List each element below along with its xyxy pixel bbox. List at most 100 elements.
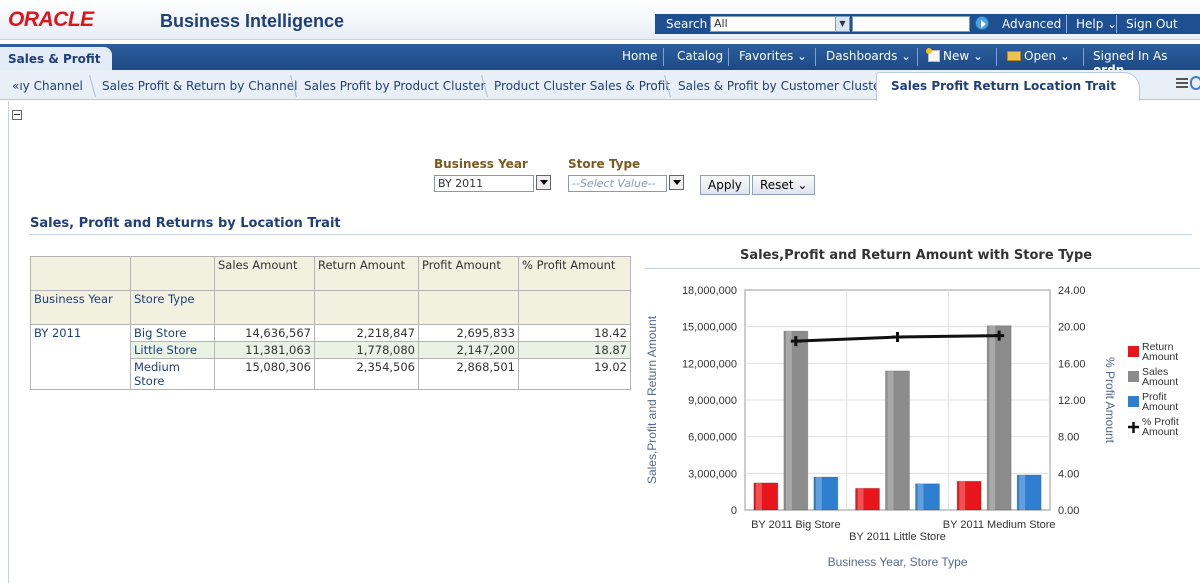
legend-swatch	[1128, 346, 1139, 357]
divider	[917, 48, 918, 66]
signed-in-label: Signed In As	[1093, 49, 1168, 63]
sales-cell: 14,636,567	[214, 324, 315, 342]
tab-product-cluster-sales-profit[interactable]: Product Cluster Sales & Profit	[494, 76, 670, 96]
table-corner	[130, 256, 215, 291]
row-header-business-year: Business Year	[30, 290, 131, 325]
bar-highlight	[1019, 474, 1026, 510]
divider	[1083, 48, 1084, 66]
favorites-menu[interactable]: Favorites ⌄	[739, 49, 807, 63]
collapse-section-icon[interactable]	[12, 110, 22, 120]
y2-axis-title: % Profit Amount	[1103, 357, 1117, 444]
store-type-dropdown-button[interactable]	[669, 175, 684, 190]
empty-cell	[418, 290, 519, 325]
y2-tick-label: 16.00	[1058, 358, 1086, 370]
new-menu-label: New ⌄	[943, 49, 984, 63]
table-corner	[30, 256, 131, 291]
y-tick-label: 9,000,000	[688, 395, 737, 407]
business-year-dropdown-button[interactable]	[536, 175, 551, 190]
y2-tick-label: 0.00	[1058, 505, 1079, 517]
legend-swatch	[1128, 396, 1139, 407]
legend-swatch	[1128, 422, 1139, 433]
col-header: Profit Amount	[418, 256, 519, 291]
oracle-logo: ORACLE	[8, 8, 94, 31]
x-tick-label: BY 2011 Medium Store	[943, 519, 1056, 531]
tab-sales-profit-return-location-trait[interactable]: Sales Profit Return Location Trait	[876, 72, 1140, 101]
empty-cell	[518, 290, 631, 325]
legend-label: Amount	[1142, 351, 1178, 363]
new-menu[interactable]: New ⌄	[926, 48, 984, 63]
dashboard-title: Sales & Profit	[0, 47, 112, 70]
sales-cell: 11,381,063	[214, 341, 315, 359]
col-header: Sales Amount	[214, 256, 315, 291]
tab-list-icon[interactable]	[1176, 78, 1188, 88]
store-cell[interactable]: Big Store	[130, 324, 215, 342]
chart-title: Sales,Profit and Return Amount with Stor…	[740, 248, 1093, 263]
help-menu[interactable]: Help ⌄	[1076, 17, 1117, 31]
col-header: Return Amount	[314, 256, 419, 291]
store-cell[interactable]: Medium Store	[130, 358, 215, 390]
sales-cell: 15,080,306	[214, 358, 315, 390]
empty-cell	[214, 290, 315, 325]
tab-sales-profit-by-product-cluster[interactable]: Sales Profit by Product Cluster	[304, 76, 485, 96]
store-type-select[interactable]: --Select Value--	[568, 175, 667, 192]
bar-highlight	[785, 331, 792, 510]
pct-cell: 19.02	[518, 358, 631, 390]
home-link[interactable]: Home	[622, 49, 657, 63]
pct-cell: 18.87	[518, 341, 631, 359]
search-input[interactable]	[852, 16, 970, 32]
product-title: Business Intelligence	[160, 11, 345, 31]
divider	[1066, 15, 1067, 33]
col-header: % Profit Amount	[518, 256, 631, 291]
table-row-header-row: Business Year Store Type	[30, 290, 631, 325]
business-year-select[interactable]: BY 2011	[434, 175, 534, 192]
search-scope-select[interactable]: All ▼	[710, 16, 850, 32]
bar-highlight	[989, 325, 996, 510]
profit-cell: 2,147,200	[418, 341, 519, 359]
new-document-icon	[926, 48, 940, 62]
combo-chart[interactable]: 0 0.00 3,000,000 4.00 6,000,000 8.00 9,000,000…	[640, 270, 1200, 580]
catalog-link[interactable]: Catalog	[677, 49, 723, 63]
y2-tick-label: 24.00	[1058, 285, 1086, 297]
x-tick-label: BY 2011 Big Store	[751, 519, 841, 531]
y-tick-label: 0	[731, 505, 737, 517]
section-title: Sales, Profit and Returns by Location Tr…	[30, 216, 341, 231]
dashboards-menu[interactable]: Dashboards ⌄	[826, 49, 911, 63]
legend-swatch	[1128, 371, 1139, 382]
year-cell[interactable]: BY 2011	[30, 324, 131, 390]
bar-highlight	[755, 482, 762, 510]
tab-sales-profit-by-customer-cluster[interactable]: Sales & Profit by Customer Cluster	[678, 76, 885, 96]
search-go-icon[interactable]	[975, 16, 989, 30]
tab-by-channel[interactable]: «ıy Channel	[12, 76, 83, 96]
open-menu[interactable]: Open ⌄	[1007, 49, 1070, 63]
profit-cell: 2,695,833	[418, 324, 519, 342]
y-axis-title: Sales,Profit and Return Amount	[645, 315, 659, 484]
return-cell: 1,778,080	[314, 341, 419, 359]
bar-highlight	[887, 370, 894, 510]
y2-tick-label: 20.00	[1058, 322, 1086, 334]
business-year-label: Business Year	[434, 157, 528, 171]
y2-tick-label: 4.00	[1058, 468, 1079, 480]
return-cell: 2,218,847	[314, 324, 419, 342]
bar-highlight	[959, 481, 966, 510]
tab-scroll-icon[interactable]	[1190, 76, 1200, 90]
reset-button[interactable]: Reset ⌄	[752, 175, 816, 195]
return-cell: 2,354,506	[314, 358, 419, 390]
bar-highlight	[857, 488, 864, 510]
folder-icon	[1007, 51, 1021, 61]
chevron-down-icon[interactable]: ▼	[835, 17, 849, 31]
pct-cell: 18.42	[518, 324, 631, 342]
store-cell[interactable]: Little Store	[130, 341, 215, 359]
search-scope-value: All	[714, 17, 728, 30]
table-header-row: Sales Amount Return Amount Profit Amount…	[30, 256, 631, 291]
chart-divider	[645, 268, 1200, 269]
bar-highlight	[917, 483, 924, 510]
row-header-store-type: Store Type	[130, 290, 215, 325]
advanced-link[interactable]: Advanced	[1002, 17, 1061, 31]
tab-sales-profit-return-by-channel[interactable]: Sales Profit & Return by Channel	[102, 76, 297, 96]
sign-out-link[interactable]: Sign Out	[1126, 17, 1178, 31]
apply-button[interactable]: Apply	[700, 175, 750, 195]
bar-highlight	[815, 477, 822, 510]
open-menu-label: Open ⌄	[1024, 49, 1070, 63]
profit-cell: 2,868,501	[418, 358, 519, 390]
empty-cell	[314, 290, 419, 325]
